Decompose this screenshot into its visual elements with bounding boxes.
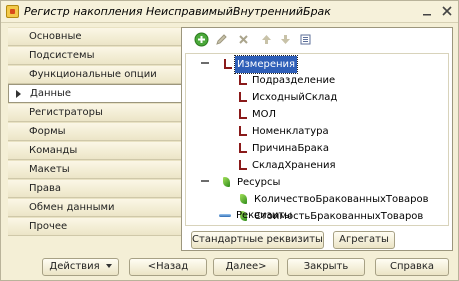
footer-bar: Действия <Назад Далее> Закрыть Справка (1, 253, 458, 281)
nav-item-label: Подсистемы (29, 50, 95, 61)
tree-node-label: ПричинаБрака (252, 143, 329, 154)
nav-item-rights[interactable]: Права (8, 179, 181, 198)
dimension-icon (236, 125, 248, 137)
tree-node-label: Реквизиты (236, 210, 293, 221)
data-tree: Измерения Подразделение ИсходныйСклад МО… (185, 53, 449, 226)
standard-attributes-button[interactable]: Стандартные реквизиты (191, 231, 324, 249)
window-title: Регистр накопления НеисправимыйВнутренни… (24, 5, 331, 18)
tree-node-label: МОЛ (252, 109, 277, 120)
tree-toolbar (182, 28, 452, 52)
dimension-icon (236, 74, 248, 86)
nav-item-functional-options[interactable]: Функциональные опции (8, 65, 181, 84)
nav-item-label: Права (29, 183, 62, 194)
chevron-down-icon (105, 264, 112, 268)
nav-item-label: Основные (29, 31, 82, 42)
tree-node-label: Номенклатура (252, 126, 329, 137)
nav-item-templates[interactable]: Макеты (8, 160, 181, 179)
move-down-icon[interactable] (277, 31, 294, 48)
nav-item-label: Макеты (29, 164, 70, 175)
actions-button-label: Действия (49, 261, 100, 272)
help-button[interactable]: Справка (375, 258, 449, 276)
nav-item-label: Функциональные опции (29, 69, 157, 80)
tree-node-label: Подразделение (252, 75, 336, 86)
tree-node-label: КоличествоБракованныхТоваров (254, 194, 429, 205)
resource-icon (240, 194, 247, 204)
add-icon[interactable] (193, 31, 210, 48)
dimension-icon (236, 159, 248, 171)
register-editor-window: Регистр накопления НеисправимыйВнутренни… (0, 0, 459, 281)
actions-menu-button[interactable]: Действия (42, 258, 119, 276)
register-icon (6, 5, 19, 18)
delete-icon[interactable] (235, 31, 252, 48)
aggregates-button[interactable]: Агрегаты (333, 231, 395, 249)
nav-item-label: Формы (29, 126, 66, 137)
tree-node-label: ИсходныйСклад (252, 92, 338, 103)
nav-item-subsystems[interactable]: Подсистемы (8, 46, 181, 65)
sort-icon[interactable] (297, 31, 314, 48)
data-panel: Измерения Подразделение ИсходныйСклад МО… (181, 27, 453, 251)
nav-item-registrars[interactable]: Регистраторы (8, 103, 181, 122)
move-up-icon[interactable] (258, 31, 275, 48)
dimension-icon (236, 142, 248, 154)
tree-node-label: СкладХранения (252, 160, 336, 171)
dimension-icon (236, 91, 248, 103)
nav-item-label: Обмен данными (29, 202, 115, 213)
nav-item-commands[interactable]: Команды (8, 141, 181, 160)
nav-item-label: Команды (29, 145, 78, 156)
tree-node-label: Измерения (233, 55, 299, 74)
nav-item-main[interactable]: Основные (8, 27, 181, 46)
next-button[interactable]: Далее> (213, 258, 279, 276)
nav-item-data-exchange[interactable]: Обмен данными (8, 198, 181, 217)
nav-item-other[interactable]: Прочее (8, 217, 181, 236)
nav-item-data[interactable]: Данные (8, 84, 182, 103)
current-section-arrow-icon (16, 90, 21, 98)
nav-item-label: Данные (30, 88, 72, 99)
dimension-icon (236, 108, 248, 120)
attributes-icon (219, 214, 231, 217)
title-bar: Регистр накопления НеисправимыйВнутренни… (1, 1, 458, 23)
minimize-icon[interactable] (421, 5, 433, 17)
back-button[interactable]: <Назад (129, 258, 207, 276)
nav-item-forms[interactable]: Формы (8, 122, 181, 141)
dimensions-icon (221, 58, 233, 70)
edit-icon[interactable] (213, 31, 230, 48)
close-icon[interactable] (441, 5, 453, 17)
close-button[interactable]: Закрыть (287, 258, 365, 276)
collapse-icon[interactable] (201, 62, 209, 64)
nav-item-label: Прочее (29, 221, 68, 232)
collapse-icon[interactable] (201, 180, 209, 182)
section-nav: Основные Подсистемы Функциональные опции… (8, 27, 182, 236)
tree-node-label: Ресурсы (237, 177, 281, 188)
resources-icon (223, 177, 230, 187)
nav-item-label: Регистраторы (29, 107, 103, 118)
